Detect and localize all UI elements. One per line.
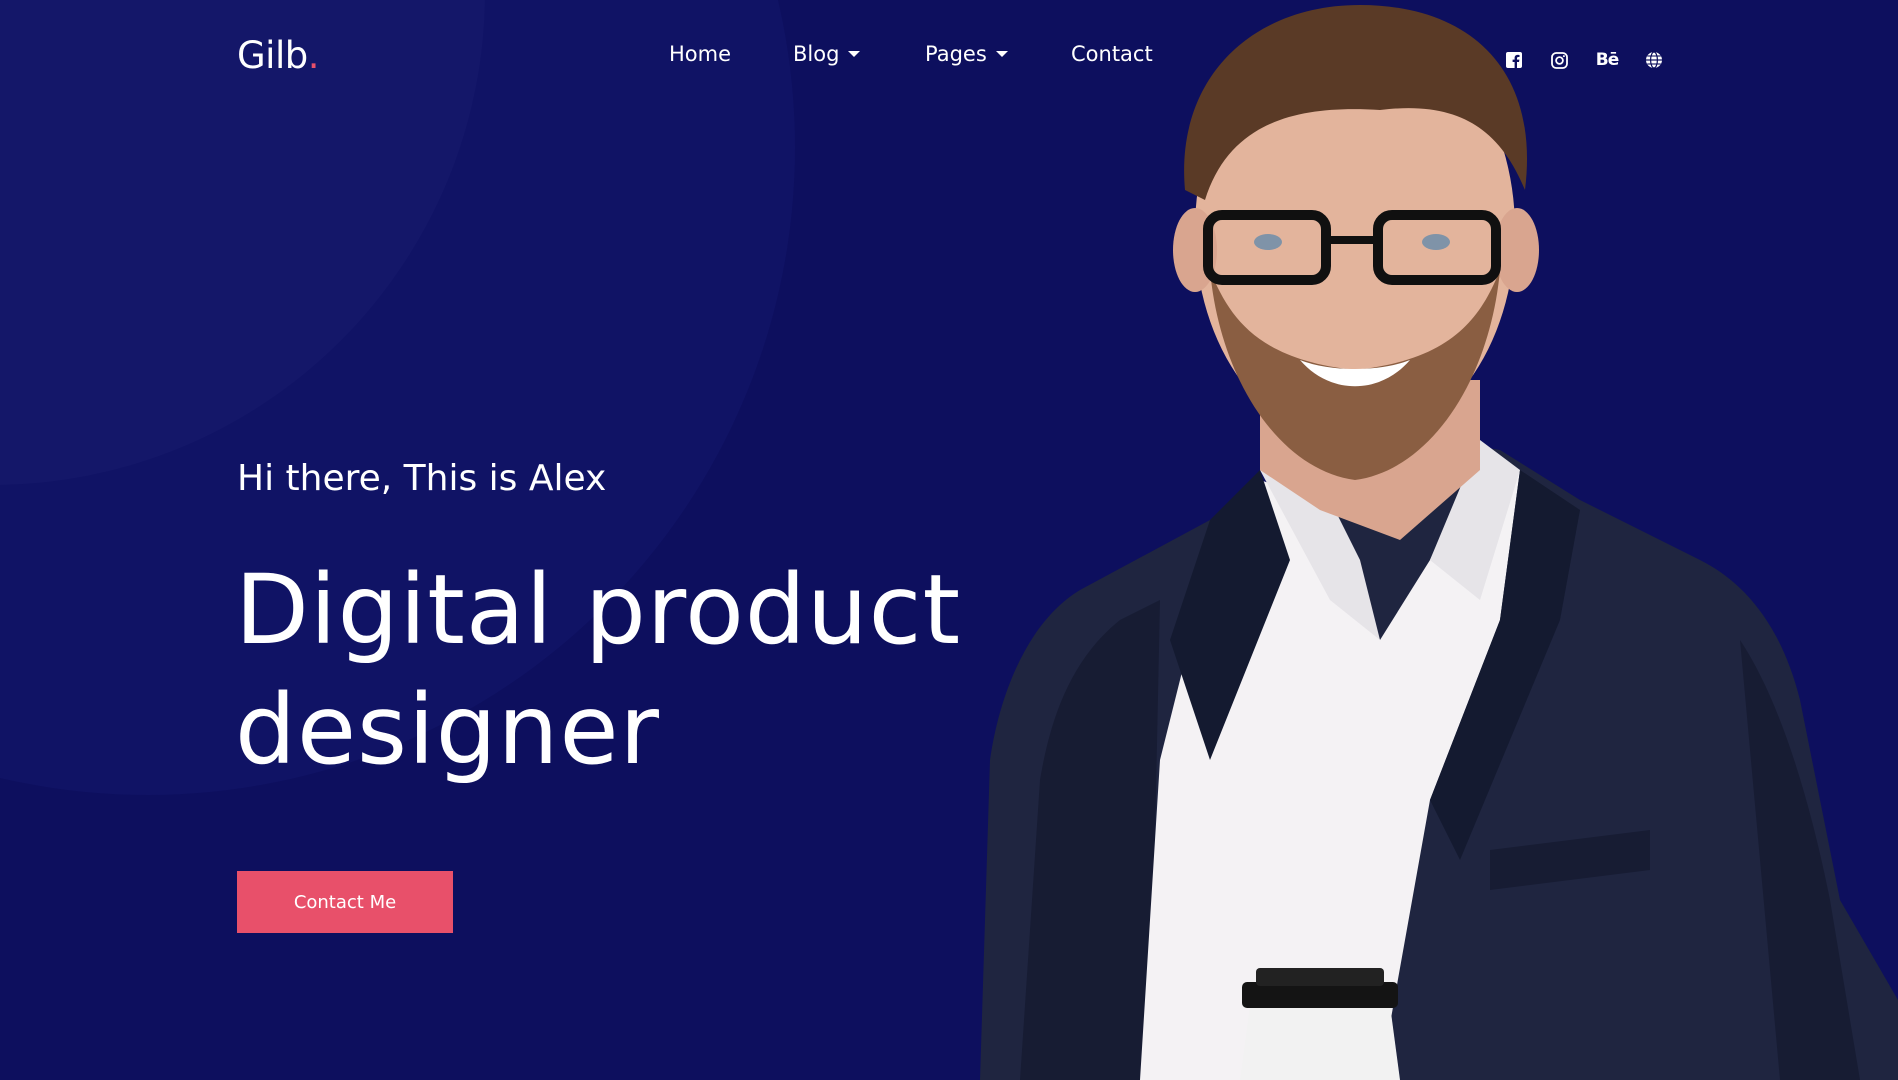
brand-logo[interactable]: Gilb. (237, 34, 319, 77)
nav-item-home[interactable]: Home (669, 42, 731, 66)
contact-me-button[interactable]: Contact Me (237, 871, 453, 933)
hero-headline-line1: Digital product (235, 554, 962, 666)
brand-name: Gilb (237, 34, 308, 77)
nav-item-blog-label: Blog (793, 42, 840, 66)
nav-item-blog[interactable]: Blog (793, 42, 861, 66)
hero-greeting: Hi there, This is Alex (237, 458, 607, 499)
hero-page: Gilb. Home Blog Pages Contact Bē Hi ther… (0, 0, 1898, 1080)
hero-headline: Digital product designer (235, 550, 1055, 790)
portrait-photo (980, 5, 1898, 1080)
chevron-down-icon (848, 51, 861, 57)
brand-dot: . (307, 34, 320, 77)
hero-headline-line2: designer (235, 674, 660, 786)
